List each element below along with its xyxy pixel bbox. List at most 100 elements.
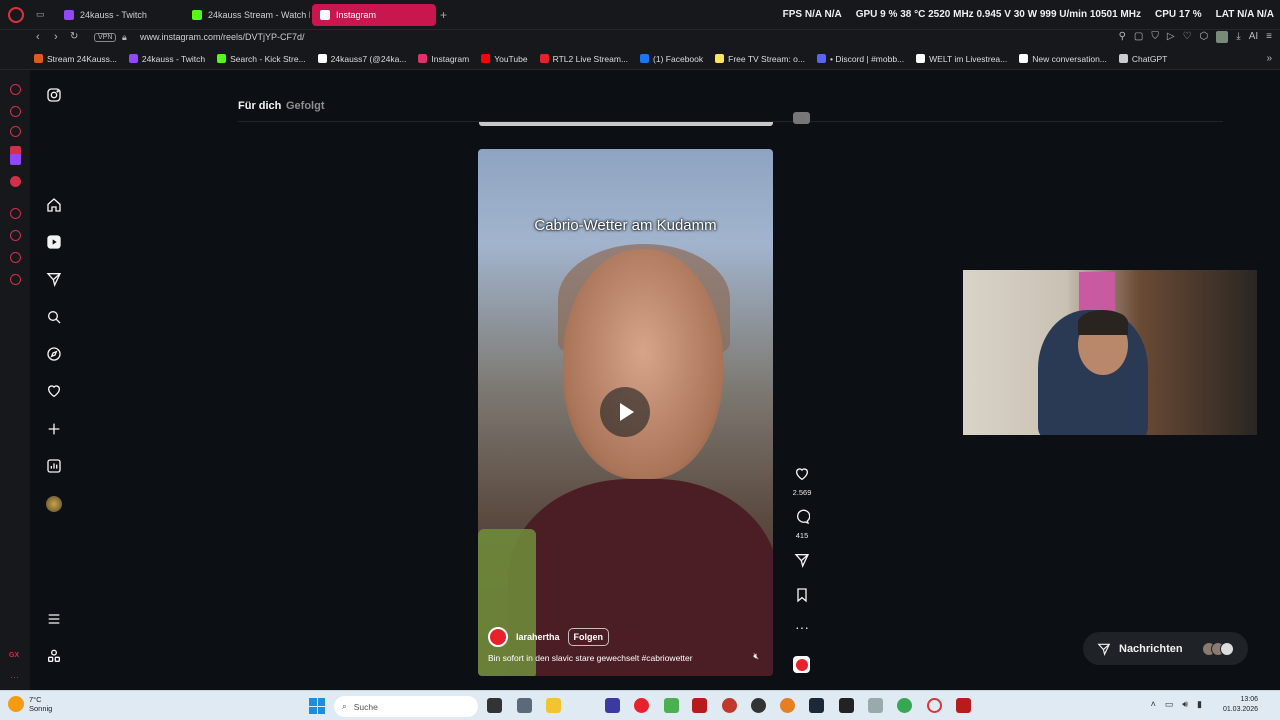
- instagram-logo-icon[interactable]: [45, 86, 63, 104]
- player-sidebar-icon[interactable]: [10, 208, 21, 219]
- bookmark-item[interactable]: (1) Facebook: [640, 54, 703, 64]
- clock-time: 13:06: [1240, 696, 1258, 703]
- reel-video[interactable]: Cabrio-Wetter am Kudamm larahertha Folge…: [478, 149, 773, 676]
- messages-button[interactable]: Nachrichten: [1083, 632, 1248, 665]
- downloads-sidebar-icon[interactable]: [10, 252, 21, 263]
- player-icon[interactable]: ▷: [1167, 31, 1175, 43]
- app-record-icon[interactable]: [722, 698, 737, 713]
- url-field[interactable]: www.instagram.com/reels/DVTjYP-CF7d/: [140, 32, 305, 42]
- app-orange-icon[interactable]: [780, 698, 795, 713]
- home-icon[interactable]: [45, 196, 63, 214]
- tab-for-you[interactable]: Für dich: [238, 100, 281, 112]
- profile-icon[interactable]: [1216, 31, 1229, 43]
- app-red-icon[interactable]: [634, 698, 649, 713]
- bookmark-item[interactable]: Instagram: [418, 54, 469, 64]
- clock[interactable]: 13:06 01.03.2026: [1223, 695, 1258, 715]
- mute-icon[interactable]: 🔇︎: [753, 651, 759, 662]
- more-menu-icon[interactable]: [45, 610, 63, 628]
- weather-widget[interactable]: 7°C Sonnig: [8, 695, 52, 713]
- taskbar-search[interactable]: ⌕ Suche: [334, 696, 478, 717]
- extensions-icon[interactable]: ⬡: [1200, 31, 1209, 43]
- app-deck-icon[interactable]: [956, 698, 971, 713]
- follow-button[interactable]: Folgen: [567, 628, 610, 646]
- bookmark-item[interactable]: RTL2 Live Stream...: [539, 54, 628, 64]
- tab-overview-icon[interactable]: ▭: [36, 9, 45, 20]
- network-icon[interactable]: ▭: [1165, 699, 1174, 710]
- messenger-icon[interactable]: [10, 126, 21, 137]
- tab-following[interactable]: Gefolgt: [286, 100, 325, 112]
- volume-icon[interactable]: 🔊︎: [1182, 699, 1188, 710]
- bookmark-item[interactable]: YouTube: [481, 54, 528, 64]
- bookmark-item[interactable]: 24kauss7 (@24ka...: [317, 54, 406, 64]
- tab-kick[interactable]: 24kauss Stream - Watch L: [184, 4, 310, 26]
- heart-icon[interactable]: ♡: [1183, 31, 1192, 43]
- more-options-icon[interactable]: ···: [790, 620, 814, 634]
- share-button[interactable]: [790, 552, 814, 573]
- tab-twitch[interactable]: 24kauss - Twitch: [56, 4, 182, 26]
- author-username[interactable]: larahertha: [516, 632, 560, 642]
- reel-description[interactable]: Bin sofort in den slavic stare gewechsel…: [488, 653, 693, 663]
- bookmark-item[interactable]: ChatGPT: [1118, 54, 1167, 64]
- download-icon[interactable]: ⤓: [1236, 31, 1240, 43]
- settings-icon[interactable]: [10, 274, 21, 285]
- explore-icon[interactable]: [45, 345, 63, 363]
- play-button[interactable]: [600, 387, 650, 437]
- create-plus-icon[interactable]: [45, 420, 63, 438]
- steam-icon[interactable]: [809, 698, 824, 713]
- audio-avatar[interactable]: [793, 656, 810, 673]
- music-icon[interactable]: [10, 176, 21, 187]
- app-streamdeck-icon[interactable]: [692, 698, 707, 713]
- chrome-icon[interactable]: [897, 698, 912, 713]
- search-icon[interactable]: [45, 308, 63, 326]
- notifications-heart-icon[interactable]: [45, 382, 63, 400]
- like-button[interactable]: 2.569: [790, 466, 814, 497]
- crypto-wallet-icon[interactable]: [10, 106, 21, 117]
- pin-icon[interactable]: ⚲: [1119, 31, 1126, 43]
- save-button[interactable]: [790, 587, 814, 608]
- gx-icon[interactable]: GX: [9, 652, 19, 659]
- battery-icon[interactable]: ▮: [1197, 699, 1202, 710]
- dashboard-icon[interactable]: [45, 457, 63, 475]
- menu-icon[interactable]: ≡: [1266, 31, 1272, 43]
- bookmark-item[interactable]: 24kauss - Twitch: [128, 54, 205, 64]
- vpn-badge[interactable]: VPN: [94, 33, 117, 42]
- twitch-sidebar-icon[interactable]: [10, 154, 21, 165]
- bookmark-item[interactable]: • Discord | #mobb...: [816, 54, 904, 64]
- comment-button[interactable]: 415: [790, 509, 814, 540]
- lock-icon[interactable]: 🔒︎: [122, 32, 127, 43]
- app-v-icon[interactable]: [605, 698, 620, 713]
- epic-games-icon[interactable]: [839, 698, 854, 713]
- direct-messages-icon[interactable]: [45, 270, 63, 288]
- windows-start-icon[interactable]: [309, 698, 325, 714]
- snapshot-icon[interactable]: ▢: [1134, 31, 1143, 43]
- bookmark-item[interactable]: WELT im Livestrea...: [916, 54, 1007, 64]
- chevron-up-icon[interactable]: ˄: [1151, 699, 1156, 710]
- more-icon[interactable]: ···: [10, 672, 19, 682]
- back-icon[interactable]: ‹: [36, 31, 40, 43]
- task-view-icon[interactable]: [487, 698, 502, 713]
- ai-button[interactable]: AI: [1249, 31, 1258, 43]
- profile-avatar[interactable]: [45, 495, 63, 513]
- aria-icon[interactable]: [10, 84, 21, 95]
- opera-logo-icon[interactable]: [8, 7, 24, 23]
- reels-icon[interactable]: [45, 233, 63, 251]
- bookmark-item[interactable]: Search - Kick Stre...: [217, 54, 306, 64]
- bookmark-item[interactable]: Stream 24Kauss...: [34, 54, 117, 64]
- also-from-meta-icon[interactable]: [45, 647, 63, 665]
- new-tab-button[interactable]: +: [440, 8, 447, 22]
- reload-icon[interactable]: ↻: [70, 31, 78, 42]
- app-green-icon[interactable]: [664, 698, 679, 713]
- author-avatar[interactable]: [488, 627, 508, 647]
- shield-icon[interactable]: ⛉: [1151, 31, 1159, 43]
- forward-icon[interactable]: ›: [54, 31, 58, 43]
- bookmark-item[interactable]: New conversation...: [1019, 54, 1107, 64]
- opera-gx-icon[interactable]: [927, 698, 942, 713]
- bookmarks-overflow-icon[interactable]: »: [1266, 53, 1272, 64]
- file-explorer-icon[interactable]: [546, 698, 561, 713]
- app-settings-icon[interactable]: [868, 698, 883, 713]
- obs-icon[interactable]: [751, 698, 766, 713]
- calculator-icon[interactable]: [517, 698, 532, 713]
- tab-instagram[interactable]: Instagram: [312, 4, 436, 26]
- bookmark-item[interactable]: Free TV Stream: o...: [715, 54, 805, 64]
- history-icon[interactable]: [10, 230, 21, 241]
